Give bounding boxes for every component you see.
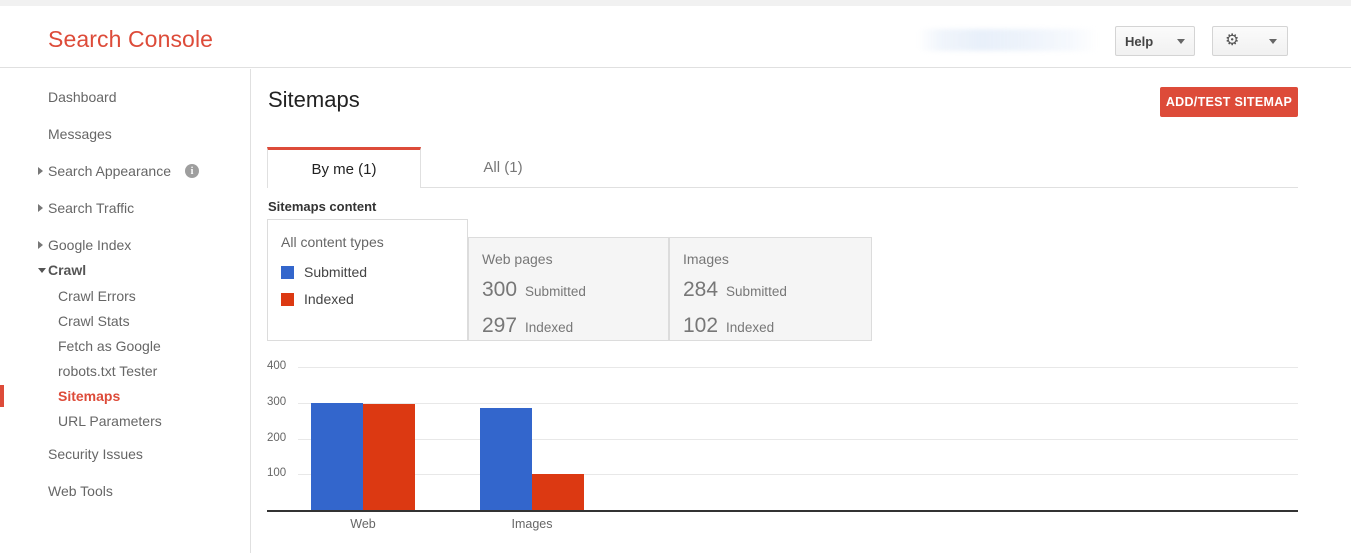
add-test-sitemap-button[interactable]: ADD/TEST SITEMAP [1160,87,1298,117]
main-content: Sitemaps ADD/TEST SITEMAP By me (1) All … [251,69,1351,553]
sidebar: Dashboard Messages Search Appearance i Searc… [0,69,251,553]
stat-card-images: Images 284 Submitted 102 Indexed [669,237,872,341]
legend-label-indexed: Indexed [304,291,354,307]
stat-row-submitted: 300 Submitted [482,278,586,302]
brand-title: Search Console [48,26,214,52]
sidebar-item-crawl-errors[interactable]: Crawl Errors [0,284,250,308]
sitemap-bar-chart: 400 300 200 100 Web Images [267,355,1298,553]
stat-value: 297 [482,314,518,337]
sidebar-item-robots-txt-tester[interactable]: robots.txt Tester [0,359,250,383]
y-axis-tick-label: 200 [267,431,287,444]
sidebar-item-messages[interactable]: Messages [0,122,250,146]
gridline [298,474,1298,476]
help-button-label: Help [1125,33,1154,49]
y-axis-tick-label: 300 [267,395,287,408]
stat-row-indexed: 102 Indexed [683,314,774,338]
bar-web-submitted[interactable] [311,402,363,510]
sidebar-item-dashboard[interactable]: Dashboard [0,85,250,109]
sidebar-item-sitemaps[interactable]: Sitemaps [0,384,250,408]
stat-label: Indexed [525,320,574,335]
chevron-down-icon [1177,38,1185,44]
chevron-right-icon[interactable] [38,167,43,175]
chart-baseline [267,510,1298,512]
page-title: Sitemaps [268,87,360,112]
stat-value: 284 [683,278,719,301]
y-axis-tick-label: 400 [267,360,287,372]
legend-card: All content types Submitted Indexed [267,219,468,341]
stat-card-web-pages: Web pages 300 Submitted 297 Indexed [468,237,669,341]
chevron-right-icon[interactable] [38,204,43,212]
chevron-down-icon [1269,38,1277,44]
sidebar-item-label: Crawl [48,262,87,278]
bar-web-indexed[interactable] [363,403,415,510]
help-button[interactable]: Help [1115,26,1195,56]
sidebar-item-web-tools[interactable]: Web Tools [0,479,250,503]
sidebar-item-security-issues[interactable]: Security Issues [0,442,250,466]
sidebar-item-label: Dashboard [48,89,117,105]
sidebar-item-search-traffic[interactable]: Search Traffic [0,196,250,220]
legend-title: All content types [281,234,384,250]
sidebar-item-label: robots.txt Tester [58,363,158,379]
sidebar-item-search-appearance[interactable]: Search Appearance i [0,159,250,183]
sidebar-item-label: Search Traffic [48,200,135,216]
chevron-down-icon[interactable] [38,267,46,273]
sidebar-item-crawl-stats[interactable]: Crawl Stats [0,309,250,333]
sidebar-item-google-index[interactable]: Google Index [0,233,250,257]
redacted-site-url [918,29,1098,51]
sidebar-item-label: URL Parameters [58,413,162,429]
x-axis-label: Images [511,517,553,531]
sidebar-item-label: Google Index [48,237,132,253]
legend-swatch-indexed [281,292,294,306]
stat-value: 300 [482,278,518,301]
app-header: Search Console Help ⚙ [0,6,1351,68]
chevron-right-icon[interactable] [38,241,43,249]
sidebar-item-url-parameters[interactable]: URL Parameters [0,409,250,433]
stat-label: Submitted [525,284,586,299]
sidebar-item-label: Messages [48,126,112,142]
sidebar-item-label: Sitemaps [58,388,121,404]
sidebar-item-label: Search Appearance [48,163,171,179]
stat-card-title: Images [683,251,729,267]
active-indicator-bar [0,385,4,407]
sidebar-item-label: Crawl Errors [58,288,136,304]
stat-card-title: Web pages [482,251,553,267]
search-console-page: Search Console Help ⚙ Dashboard Messages S… [0,0,1351,553]
sidebar-item-label: Security Issues [48,446,143,462]
legend-label-submitted: Submitted [304,264,368,280]
stat-value: 102 [683,314,719,337]
gear-icon: ⚙ [1225,32,1240,49]
tab-by-me[interactable]: By me (1) [267,147,421,188]
info-icon[interactable]: i [185,164,199,178]
sidebar-item-crawl[interactable]: Crawl [0,258,250,282]
sidebar-item-fetch-as-google[interactable]: Fetch as Google [0,334,250,358]
tab-bar: By me (1) All (1) [267,147,1298,188]
stat-row-indexed: 297 Indexed [482,314,573,338]
gridline [298,402,1298,404]
legend-entry-submitted: Submitted [281,264,367,280]
sidebar-item-label: Crawl Stats [58,313,130,329]
bar-images-indexed[interactable] [532,473,584,510]
gridline [298,438,1298,440]
legend-swatch-submitted [281,265,294,279]
y-axis-tick-label: 100 [267,467,287,480]
bar-images-submitted[interactable] [480,408,532,510]
tab-all[interactable]: All (1) [421,147,585,188]
sidebar-item-label: Web Tools [48,483,113,499]
sidebar-item-label: Fetch as Google [58,338,161,354]
x-axis-label: Web [350,517,376,531]
settings-button[interactable]: ⚙ [1212,26,1288,56]
stat-row-submitted: 284 Submitted [683,278,787,302]
legend-entry-indexed: Indexed [281,291,354,307]
gridline [298,367,1298,368]
stat-label: Indexed [726,320,775,335]
section-label: Sitemaps content [268,199,377,214]
stat-label: Submitted [726,284,787,299]
